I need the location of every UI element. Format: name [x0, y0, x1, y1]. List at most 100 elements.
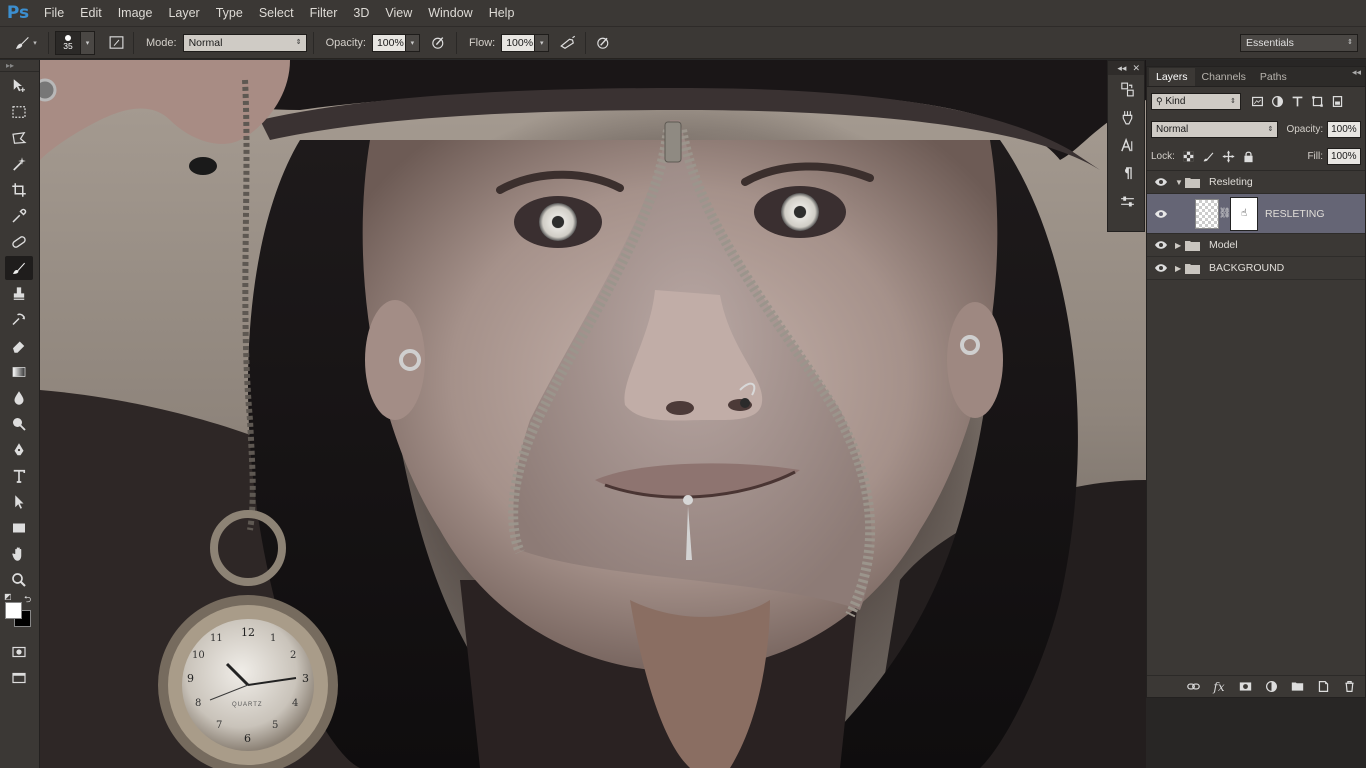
new-group-folder-icon[interactable]: [1287, 678, 1307, 696]
filter-type-icon[interactable]: [1287, 92, 1307, 110]
type-tool-icon[interactable]: [5, 464, 33, 488]
clone-stamp-tool-icon[interactable]: [5, 282, 33, 306]
rectangle-tool-icon[interactable]: [5, 516, 33, 540]
opacity-input[interactable]: 100%: [371, 33, 406, 52]
layer-mask-thumbnail[interactable]: ☝: [1230, 196, 1258, 231]
menu-image[interactable]: Image: [110, 0, 161, 26]
filter-smart-object-icon[interactable]: [1327, 92, 1347, 110]
filter-adjustment-icon[interactable]: [1267, 92, 1287, 110]
menu-select[interactable]: Select: [251, 0, 302, 26]
panel-menu-icon[interactable]: ◂◂: [1352, 67, 1361, 78]
lasso-tool-icon[interactable]: [5, 126, 33, 150]
mode-select[interactable]: Normal ⇕: [182, 33, 307, 52]
marquee-tool-icon[interactable]: [5, 100, 33, 124]
airbrush-toggle[interactable]: [557, 32, 579, 54]
brush-panel-toggle[interactable]: [105, 32, 127, 54]
pressure-opacity-toggle[interactable]: [428, 32, 450, 54]
layer-row-model-group[interactable]: ▶ Model: [1147, 234, 1365, 257]
menu-edit[interactable]: Edit: [72, 0, 110, 26]
brush-presets-panel-icon[interactable]: [1108, 103, 1146, 131]
tool-preset-picker[interactable]: ▾: [8, 32, 42, 54]
workspace-select[interactable]: Essentials ⇕: [1240, 33, 1358, 52]
menu-filter[interactable]: Filter: [302, 0, 346, 26]
new-layer-icon[interactable]: [1313, 678, 1333, 696]
menu-3d[interactable]: 3D: [345, 0, 377, 26]
expand-panels-icon[interactable]: ◂◂: [1117, 61, 1126, 75]
brush-size-value: 35: [63, 40, 73, 51]
hand-tool-icon[interactable]: [5, 542, 33, 566]
default-colors-icon[interactable]: ◩: [4, 592, 12, 601]
layer-row-resleting-group[interactable]: ▼ Resleting: [1147, 171, 1365, 194]
filter-pixel-icon[interactable]: [1247, 92, 1267, 110]
brush-size-picker[interactable]: 35 ▾: [55, 30, 95, 55]
fill-input[interactable]: 100%: [1327, 148, 1361, 165]
visibility-eye-icon[interactable]: [1147, 263, 1175, 273]
gradient-tool-icon[interactable]: [5, 360, 33, 384]
filter-kind-select[interactable]: ⚲ Kind ⇕: [1151, 92, 1241, 110]
pressure-size-toggle[interactable]: [592, 32, 614, 54]
app-logo: Ps: [6, 3, 30, 23]
screen-mode-icon[interactable]: [5, 666, 33, 690]
swap-colors-icon[interactable]: ⮌: [24, 592, 31, 608]
options-separator: [312, 31, 314, 54]
foreground-color-swatch[interactable]: [5, 602, 22, 619]
layer-thumbnail[interactable]: [1195, 198, 1219, 229]
delete-layer-trash-icon[interactable]: [1339, 678, 1359, 696]
character-panel-icon[interactable]: [1108, 131, 1146, 159]
adjustments-sliders-panel-icon[interactable]: [1108, 187, 1146, 215]
opacity-slider-dropdown[interactable]: ▾: [405, 33, 420, 52]
layer-row-resleting[interactable]: ⛓ ☝ RESLETING: [1147, 194, 1365, 234]
document-canvas[interactable]: QUARTZ 12 3 6 9 1 2 4 5 7 8 10 11: [40, 60, 1146, 768]
visibility-eye-icon[interactable]: [1147, 177, 1175, 187]
zoom-tool-icon[interactable]: [5, 568, 33, 592]
tab-channels[interactable]: Channels: [1195, 68, 1253, 86]
quick-mask-icon[interactable]: [5, 640, 33, 664]
history-brush-tool-icon[interactable]: [5, 308, 33, 332]
lock-image-pixels-icon[interactable]: [1199, 148, 1219, 166]
layer-style-fx-icon[interactable]: fx: [1209, 678, 1229, 696]
move-tool-icon[interactable]: [5, 74, 33, 98]
dodge-tool-icon[interactable]: [5, 412, 33, 436]
close-icon[interactable]: ✕: [1132, 61, 1140, 75]
eraser-tool-icon[interactable]: [5, 334, 33, 358]
history-panel-icon[interactable]: [1108, 75, 1146, 103]
lock-all-icon[interactable]: [1239, 148, 1259, 166]
blur-tool-icon[interactable]: [5, 386, 33, 410]
expand-triangle-open-icon[interactable]: ▼: [1175, 178, 1185, 187]
expand-triangle-closed-icon[interactable]: ▶: [1175, 241, 1185, 250]
menu-view[interactable]: View: [377, 0, 420, 26]
visibility-eye-icon[interactable]: [1147, 209, 1175, 219]
crop-tool-icon[interactable]: [5, 178, 33, 202]
flow-input[interactable]: 100%: [501, 33, 536, 52]
visibility-eye-icon[interactable]: [1147, 240, 1175, 250]
layer-list: ▼ Resleting ⛓ ☝ RESLETING ▶ Model ▶ BACK…: [1147, 171, 1365, 280]
tab-layers[interactable]: Layers: [1149, 68, 1195, 86]
menu-file[interactable]: File: [36, 0, 72, 26]
brush-size-dropdown[interactable]: ▾: [81, 30, 95, 55]
expand-triangle-closed-icon[interactable]: ▶: [1175, 264, 1185, 273]
lock-position-icon[interactable]: [1219, 148, 1239, 166]
pen-tool-icon[interactable]: [5, 438, 33, 462]
menu-window[interactable]: Window: [420, 0, 480, 26]
healing-brush-tool-icon[interactable]: [5, 230, 33, 254]
layer-row-background-group[interactable]: ▶ BACKGROUND: [1147, 257, 1365, 280]
eyedropper-tool-icon[interactable]: [5, 204, 33, 228]
tab-paths[interactable]: Paths: [1253, 68, 1294, 86]
menu-help[interactable]: Help: [481, 0, 523, 26]
layer-opacity-input[interactable]: 100%: [1327, 120, 1361, 138]
brush-tool-icon[interactable]: [5, 256, 33, 280]
magic-wand-tool-icon[interactable]: [5, 152, 33, 176]
mask-link-chain-icon[interactable]: ⛓: [1219, 208, 1232, 219]
panel-collapse-icon[interactable]: ▸▸: [0, 60, 39, 72]
menu-layer[interactable]: Layer: [160, 0, 207, 26]
flow-slider-dropdown[interactable]: ▾: [535, 33, 550, 52]
link-layers-icon[interactable]: [1183, 678, 1203, 696]
menu-type[interactable]: Type: [208, 0, 251, 26]
paragraph-panel-icon[interactable]: [1108, 159, 1146, 187]
blend-mode-select[interactable]: Normal ⇕: [1151, 120, 1279, 138]
add-mask-icon[interactable]: [1235, 678, 1255, 696]
new-adjustment-layer-icon[interactable]: [1261, 678, 1281, 696]
filter-shape-icon[interactable]: [1307, 92, 1327, 110]
lock-transparent-pixels-icon[interactable]: [1179, 148, 1199, 166]
path-selection-tool-icon[interactable]: [5, 490, 33, 514]
